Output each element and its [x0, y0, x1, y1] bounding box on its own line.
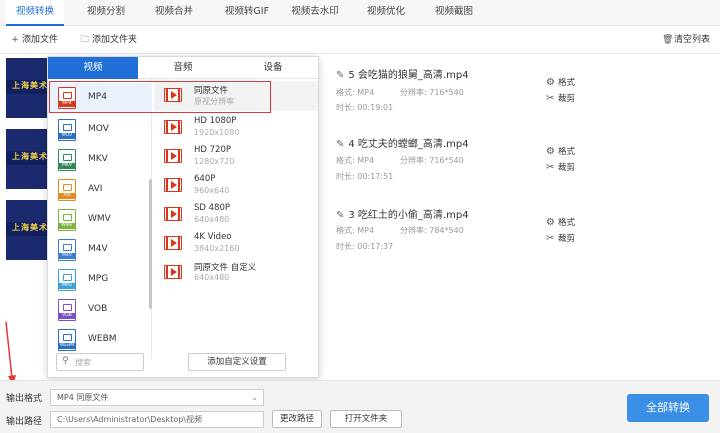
convert-all-button[interactable]: 全部转换 [627, 394, 709, 422]
file-resolution: 716*540 [429, 156, 464, 165]
file-resolution: 716*540 [429, 88, 464, 97]
file-duration: 00:19:01 [357, 103, 394, 112]
file-format: MP4 [357, 156, 375, 165]
output-format-select[interactable]: MP4 同原文件 ⌄ [50, 389, 264, 406]
tab-remove-watermark[interactable]: 视频去水印 [284, 0, 346, 26]
tab-video-merge[interactable]: 视频合并 [148, 0, 200, 26]
film-icon [164, 236, 182, 250]
file-format: MP4 [357, 88, 375, 97]
tab-video-split[interactable]: 视频分割 [80, 0, 132, 26]
top-tab-bar: 视频转换 视频分割 视频合并 视频转GIF 视频去水印 视频优化 视频截图 [0, 0, 720, 26]
format-item-mkv[interactable]: MKV MKV [48, 145, 152, 175]
format-button[interactable]: ⚙ 格式 [546, 76, 575, 88]
file-name: 5 会吃猫的狼舅_高清.mp4 [348, 70, 469, 81]
crop-button[interactable]: ✂ 裁剪 [546, 232, 575, 244]
popup-tab-video[interactable]: 视频 [48, 57, 138, 79]
file-info: ✎ 3 吃红土的小偷_高清.mp4 [336, 206, 469, 221]
quality-list: 同原文件 原视分辨率 HD 1080P 1920x1080 HD 720P 12… [154, 79, 318, 351]
quality-item[interactable]: 4K Video 3840x2160 [154, 229, 318, 259]
format-item-m4v[interactable]: M4V M4V [48, 235, 152, 265]
tab-video-convert[interactable]: 视频转换 [6, 0, 64, 26]
quality-item[interactable]: SD 480P 640x480 [154, 200, 318, 230]
avi-file-icon: AVI [58, 179, 76, 201]
film-icon [164, 149, 182, 163]
file-resolution: 784*540 [429, 226, 464, 235]
webm-file-icon: WEBM [58, 329, 76, 351]
add-folder-button[interactable]: 🗀 添加文件夹 [80, 32, 137, 48]
popup-tab-audio[interactable]: 音频 [138, 57, 228, 79]
scissors-icon: ✂ [546, 162, 555, 173]
file-format: MP4 [357, 226, 375, 235]
add-file-button[interactable]: + 添加文件 [10, 32, 58, 48]
mkv-file-icon: MKV [58, 149, 76, 171]
quality-item[interactable]: 640P 960x640 [154, 171, 318, 201]
scissors-icon: ✂ [546, 233, 555, 244]
m4v-file-icon: M4V [58, 239, 76, 261]
scissors-icon: ✂ [546, 93, 555, 104]
output-path-field[interactable]: C:\Users\Administrator\Desktop\视频 [50, 411, 264, 428]
mpg-file-icon: MPG [58, 269, 76, 291]
format-item-wmv[interactable]: WMV WMV [48, 205, 152, 235]
gear-icon: ⚙ [546, 217, 555, 228]
crop-button[interactable]: ✂ 裁剪 [546, 92, 575, 104]
mov-file-icon: MOV [58, 119, 76, 141]
add-custom-setting-button[interactable]: 添加自定义设置 [188, 353, 286, 371]
plus-icon: + [11, 35, 19, 45]
gear-icon: ⚙ [546, 146, 555, 157]
wmv-file-icon: WMV [58, 209, 76, 231]
film-icon [164, 207, 182, 221]
film-icon [164, 265, 182, 279]
file-name: 4 吃丈夫的螳螂_高清.mp4 [348, 139, 469, 150]
format-item-mpg[interactable]: MPG MPG [48, 265, 152, 295]
chevron-down-icon: ⌄ [251, 393, 258, 402]
format-search-input[interactable]: ⚲ 搜索 [56, 353, 144, 371]
quality-item[interactable]: 同原文件 自定义 640x480 [154, 258, 318, 288]
file-info: ✎ 4 吃丈夫的螳螂_高清.mp4 [336, 135, 469, 150]
format-list: MP4 MP4 MOV MOV MKV MKV AVI AVI WMV WMV … [48, 79, 152, 359]
format-item-avi[interactable]: AVI AVI [48, 175, 152, 205]
popup-tab-device[interactable]: 设备 [228, 57, 318, 79]
file-info: ✎ 5 会吃猫的狼舅_高清.mp4 [336, 66, 469, 81]
file-duration: 00:17:37 [357, 242, 394, 251]
format-button[interactable]: ⚙ 格式 [546, 216, 575, 228]
film-icon [164, 120, 182, 134]
film-icon [164, 178, 182, 192]
crop-button[interactable]: ✂ 裁剪 [546, 161, 575, 173]
output-format-label: 输出格式 [6, 394, 43, 404]
format-item-mov[interactable]: MOV MOV [48, 115, 152, 145]
tab-video-optimize[interactable]: 视频优化 [360, 0, 412, 26]
toolbar: + 添加文件 🗀 添加文件夹 🗑清空列表 [0, 26, 720, 54]
format-button[interactable]: ⚙ 格式 [546, 145, 575, 157]
tab-video-to-gif[interactable]: 视频转GIF [218, 0, 276, 26]
edit-pencil-icon[interactable]: ✎ [336, 210, 344, 221]
vob-file-icon: VOB [58, 299, 76, 321]
format-list-scrollbar[interactable] [149, 179, 152, 309]
folder-icon: 🗀 [80, 35, 90, 45]
output-path-label: 输出路径 [6, 417, 43, 427]
selection-highlight-box [49, 81, 271, 113]
open-folder-button[interactable]: 打开文件夹 [330, 410, 402, 428]
edit-pencil-icon[interactable]: ✎ [336, 70, 344, 81]
clear-list-button[interactable]: 🗑清空列表 [662, 32, 710, 48]
trash-icon: 🗑 [662, 35, 674, 45]
file-duration: 00:17:51 [357, 172, 394, 181]
change-path-button[interactable]: 更改路径 [272, 410, 322, 428]
quality-item[interactable]: HD 720P 1280x720 [154, 142, 318, 172]
popup-tab-bar: 视频 音频 设备 [48, 57, 318, 79]
file-name: 3 吃红土的小偷_高清.mp4 [348, 210, 469, 221]
search-icon: ⚲ [62, 356, 69, 366]
bottom-bar: 输出格式 MP4 同原文件 ⌄ 输出路径 C:\Users\Administra… [0, 380, 720, 433]
edit-pencil-icon[interactable]: ✎ [336, 139, 344, 150]
tab-video-screenshot[interactable]: 视频截图 [428, 0, 480, 26]
quality-item[interactable]: HD 1080P 1920x1080 [154, 113, 318, 143]
gear-icon: ⚙ [546, 77, 555, 88]
format-item-webm[interactable]: WEBM WEBM [48, 325, 152, 355]
format-item-vob[interactable]: VOB VOB [48, 295, 152, 325]
